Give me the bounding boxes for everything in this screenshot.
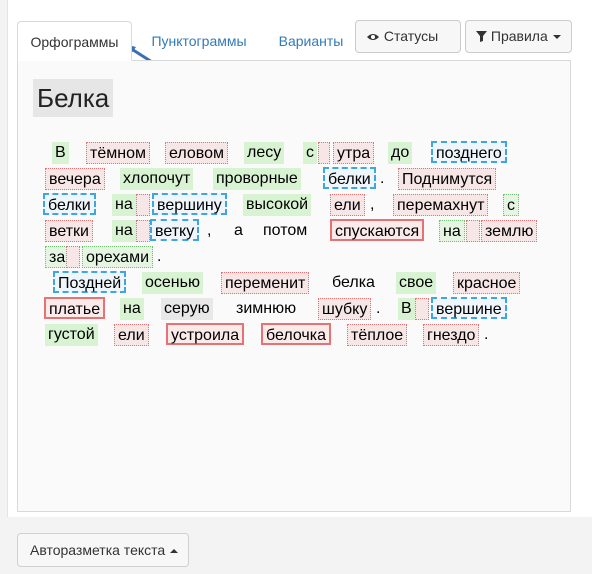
- word[interactable]: Поднимутся: [398, 168, 497, 190]
- word[interactable]: с: [303, 142, 317, 164]
- gap[interactable]: [136, 220, 150, 242]
- word[interactable]: ветку: [150, 219, 200, 241]
- word[interactable]: вечера: [45, 168, 105, 190]
- word[interactable]: позднего: [431, 141, 507, 163]
- word[interactable]: платье: [44, 297, 106, 319]
- word[interactable]: спускаются: [330, 219, 425, 241]
- word[interactable]: еловом: [165, 142, 228, 164]
- punctuation: .: [484, 326, 489, 343]
- word[interactable]: орехами: [82, 246, 153, 268]
- page-title: Белка: [33, 79, 114, 117]
- word[interactable]: утра: [333, 142, 375, 164]
- punctuation: .: [376, 300, 381, 317]
- word[interactable]: ели: [114, 324, 149, 346]
- punctuation: ,: [370, 196, 375, 213]
- word[interactable]: вершине: [431, 297, 507, 319]
- word[interactable]: осенью: [142, 272, 203, 294]
- word[interactable]: ели: [330, 194, 365, 216]
- word[interactable]: на: [120, 298, 144, 320]
- word[interactable]: а: [231, 220, 246, 242]
- word[interactable]: В: [398, 298, 415, 320]
- word[interactable]: на: [439, 220, 465, 242]
- word[interactable]: переменит: [221, 272, 310, 294]
- word[interactable]: красное: [453, 272, 521, 294]
- word[interactable]: свое: [396, 272, 437, 294]
- word[interactable]: потом: [260, 220, 310, 242]
- word[interactable]: на: [112, 194, 136, 216]
- tab-orthograms[interactable]: Орфограммы: [17, 21, 132, 61]
- eye-icon: [367, 34, 379, 40]
- word[interactable]: с: [503, 194, 519, 216]
- word[interactable]: на: [112, 220, 136, 242]
- statuses-button[interactable]: Статусы: [355, 20, 461, 71]
- gap[interactable]: [136, 194, 150, 216]
- word[interactable]: до: [388, 142, 413, 164]
- word[interactable]: гнездо: [423, 324, 480, 346]
- rules-label: Правила: [490, 28, 548, 44]
- word[interactable]: белки: [43, 193, 96, 215]
- automark-label: Авторазметка текста: [30, 542, 166, 558]
- word[interactable]: тёплое: [347, 324, 408, 346]
- punctuation: .: [157, 248, 162, 265]
- word[interactable]: лесу: [244, 142, 285, 164]
- word[interactable]: белка: [329, 272, 378, 294]
- word[interactable]: густой: [45, 324, 98, 346]
- gap[interactable]: [66, 246, 80, 268]
- word[interactable]: перемахнут: [393, 194, 489, 216]
- gap[interactable]: [415, 298, 429, 320]
- caret-up-icon: [170, 549, 179, 554]
- word[interactable]: высокой: [243, 194, 312, 216]
- word[interactable]: проворные: [213, 168, 301, 190]
- word[interactable]: зимнюю: [233, 298, 299, 320]
- word[interactable]: белки: [323, 167, 376, 189]
- word[interactable]: Поздней: [53, 271, 127, 293]
- rules-button[interactable]: Правила: [465, 20, 572, 53]
- word[interactable]: ветки: [45, 220, 93, 242]
- word[interactable]: шубку: [318, 298, 372, 320]
- punctuation: .: [380, 170, 385, 187]
- statuses-label: Статусы: [383, 28, 439, 44]
- gap[interactable]: [466, 220, 480, 242]
- gap[interactable]: [318, 142, 330, 164]
- automark-button[interactable]: Авторазметка текста: [17, 533, 189, 567]
- word[interactable]: серую: [161, 298, 213, 320]
- word[interactable]: хлопочут: [120, 168, 194, 190]
- caret-down-icon: [552, 35, 561, 40]
- word[interactable]: устроила: [166, 323, 245, 345]
- word[interactable]: белочка: [261, 323, 331, 345]
- word[interactable]: В: [52, 142, 69, 164]
- word[interactable]: вершину: [152, 193, 227, 215]
- word[interactable]: тёмном: [86, 142, 150, 164]
- word[interactable]: землю: [481, 220, 538, 242]
- tab-variants[interactable]: Варианты: [266, 21, 356, 61]
- punctuation: ,: [207, 222, 212, 239]
- filter-icon: [476, 31, 487, 42]
